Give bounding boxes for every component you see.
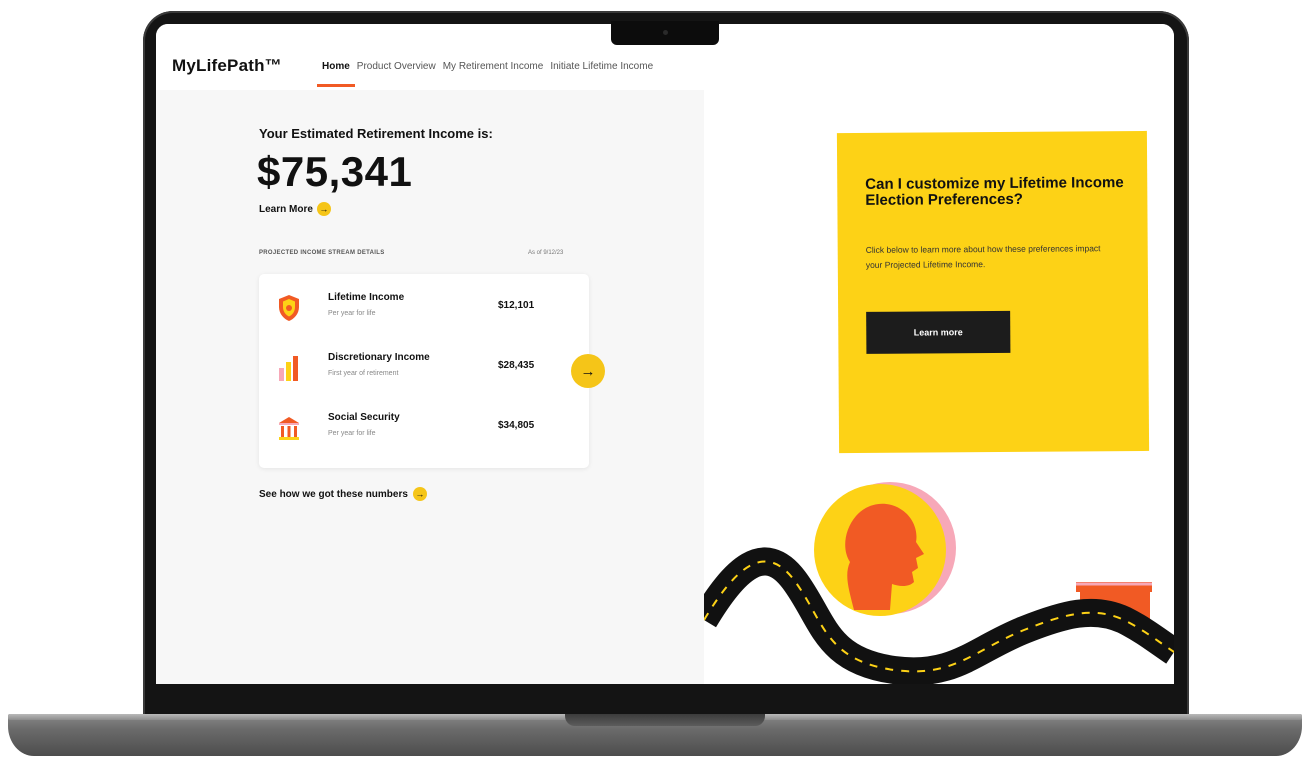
estimated-income-label: Your Estimated Retirement Income is:: [259, 126, 493, 141]
bank-icon: [279, 417, 299, 440]
row-subtitle: First year of retirement: [328, 370, 399, 377]
row-subtitle: Per year for life: [328, 430, 376, 437]
row-amount: $12,101: [498, 300, 535, 311]
learn-more-link[interactable]: Learn More →: [259, 202, 331, 216]
income-row-social-security: Social Security Per year for life $34,80…: [277, 408, 567, 448]
bar-chart-icon: [279, 356, 298, 381]
next-arrow-button[interactable]: →: [571, 354, 605, 388]
see-how-label: See how we got these numbers: [259, 488, 408, 500]
nav-product-overview[interactable]: Product Overview: [357, 61, 436, 72]
income-row-lifetime: Lifetime Income Per year for life $12,10…: [277, 288, 567, 328]
app-screen: MyLifePath™ Home Product Overview My Ret…: [156, 24, 1174, 684]
laptop-hinge: [565, 714, 765, 726]
arrow-right-icon: →: [580, 362, 596, 380]
row-subtitle: Per year for life: [328, 310, 376, 317]
row-title: Lifetime Income: [328, 292, 405, 303]
promo-panel: Can I customize my Lifetime Income Elect…: [704, 90, 1174, 684]
as-of-date: As of 9/12/23: [528, 250, 564, 256]
retirement-road-illustration: [704, 482, 1174, 684]
income-summary-panel: Your Estimated Retirement Income is: $75…: [156, 90, 704, 684]
learn-more-label: Learn More: [259, 203, 313, 215]
see-how-link[interactable]: See how we got these numbers →: [259, 487, 427, 501]
nav-initiate-lifetime-income[interactable]: Initiate Lifetime Income: [550, 61, 653, 72]
arrow-right-icon: →: [412, 487, 427, 501]
projected-income-heading: PROJECTED INCOME STREAM DETAILS: [259, 250, 385, 256]
row-title: Discretionary Income: [328, 352, 430, 363]
estimated-income-value: $75,341: [257, 148, 413, 195]
customize-callout: Can I customize my Lifetime Income Elect…: [836, 130, 1150, 454]
income-stream-card[interactable]: Lifetime Income Per year for life $12,10…: [259, 274, 589, 468]
callout-title: Can I customize my Lifetime Income Elect…: [865, 174, 1124, 209]
app-logo[interactable]: MyLifePath™: [172, 56, 282, 76]
learn-more-button[interactable]: Learn more: [866, 310, 1011, 354]
main-nav: Home Product Overview My Retirement Inco…: [317, 61, 653, 87]
shield-icon: [279, 295, 299, 321]
row-amount: $28,435: [498, 360, 535, 371]
nav-my-retirement-income[interactable]: My Retirement Income: [443, 61, 544, 72]
income-row-discretionary: Discretionary Income First year of retir…: [277, 348, 567, 388]
camera-notch: [611, 21, 719, 45]
arrow-right-icon: →: [316, 202, 331, 216]
row-amount: $34,805: [498, 420, 535, 431]
row-title: Social Security: [328, 412, 400, 423]
nav-home[interactable]: Home: [317, 61, 355, 87]
camera-icon: [663, 30, 668, 35]
callout-body: Click below to learn more about how thes…: [865, 243, 1101, 270]
